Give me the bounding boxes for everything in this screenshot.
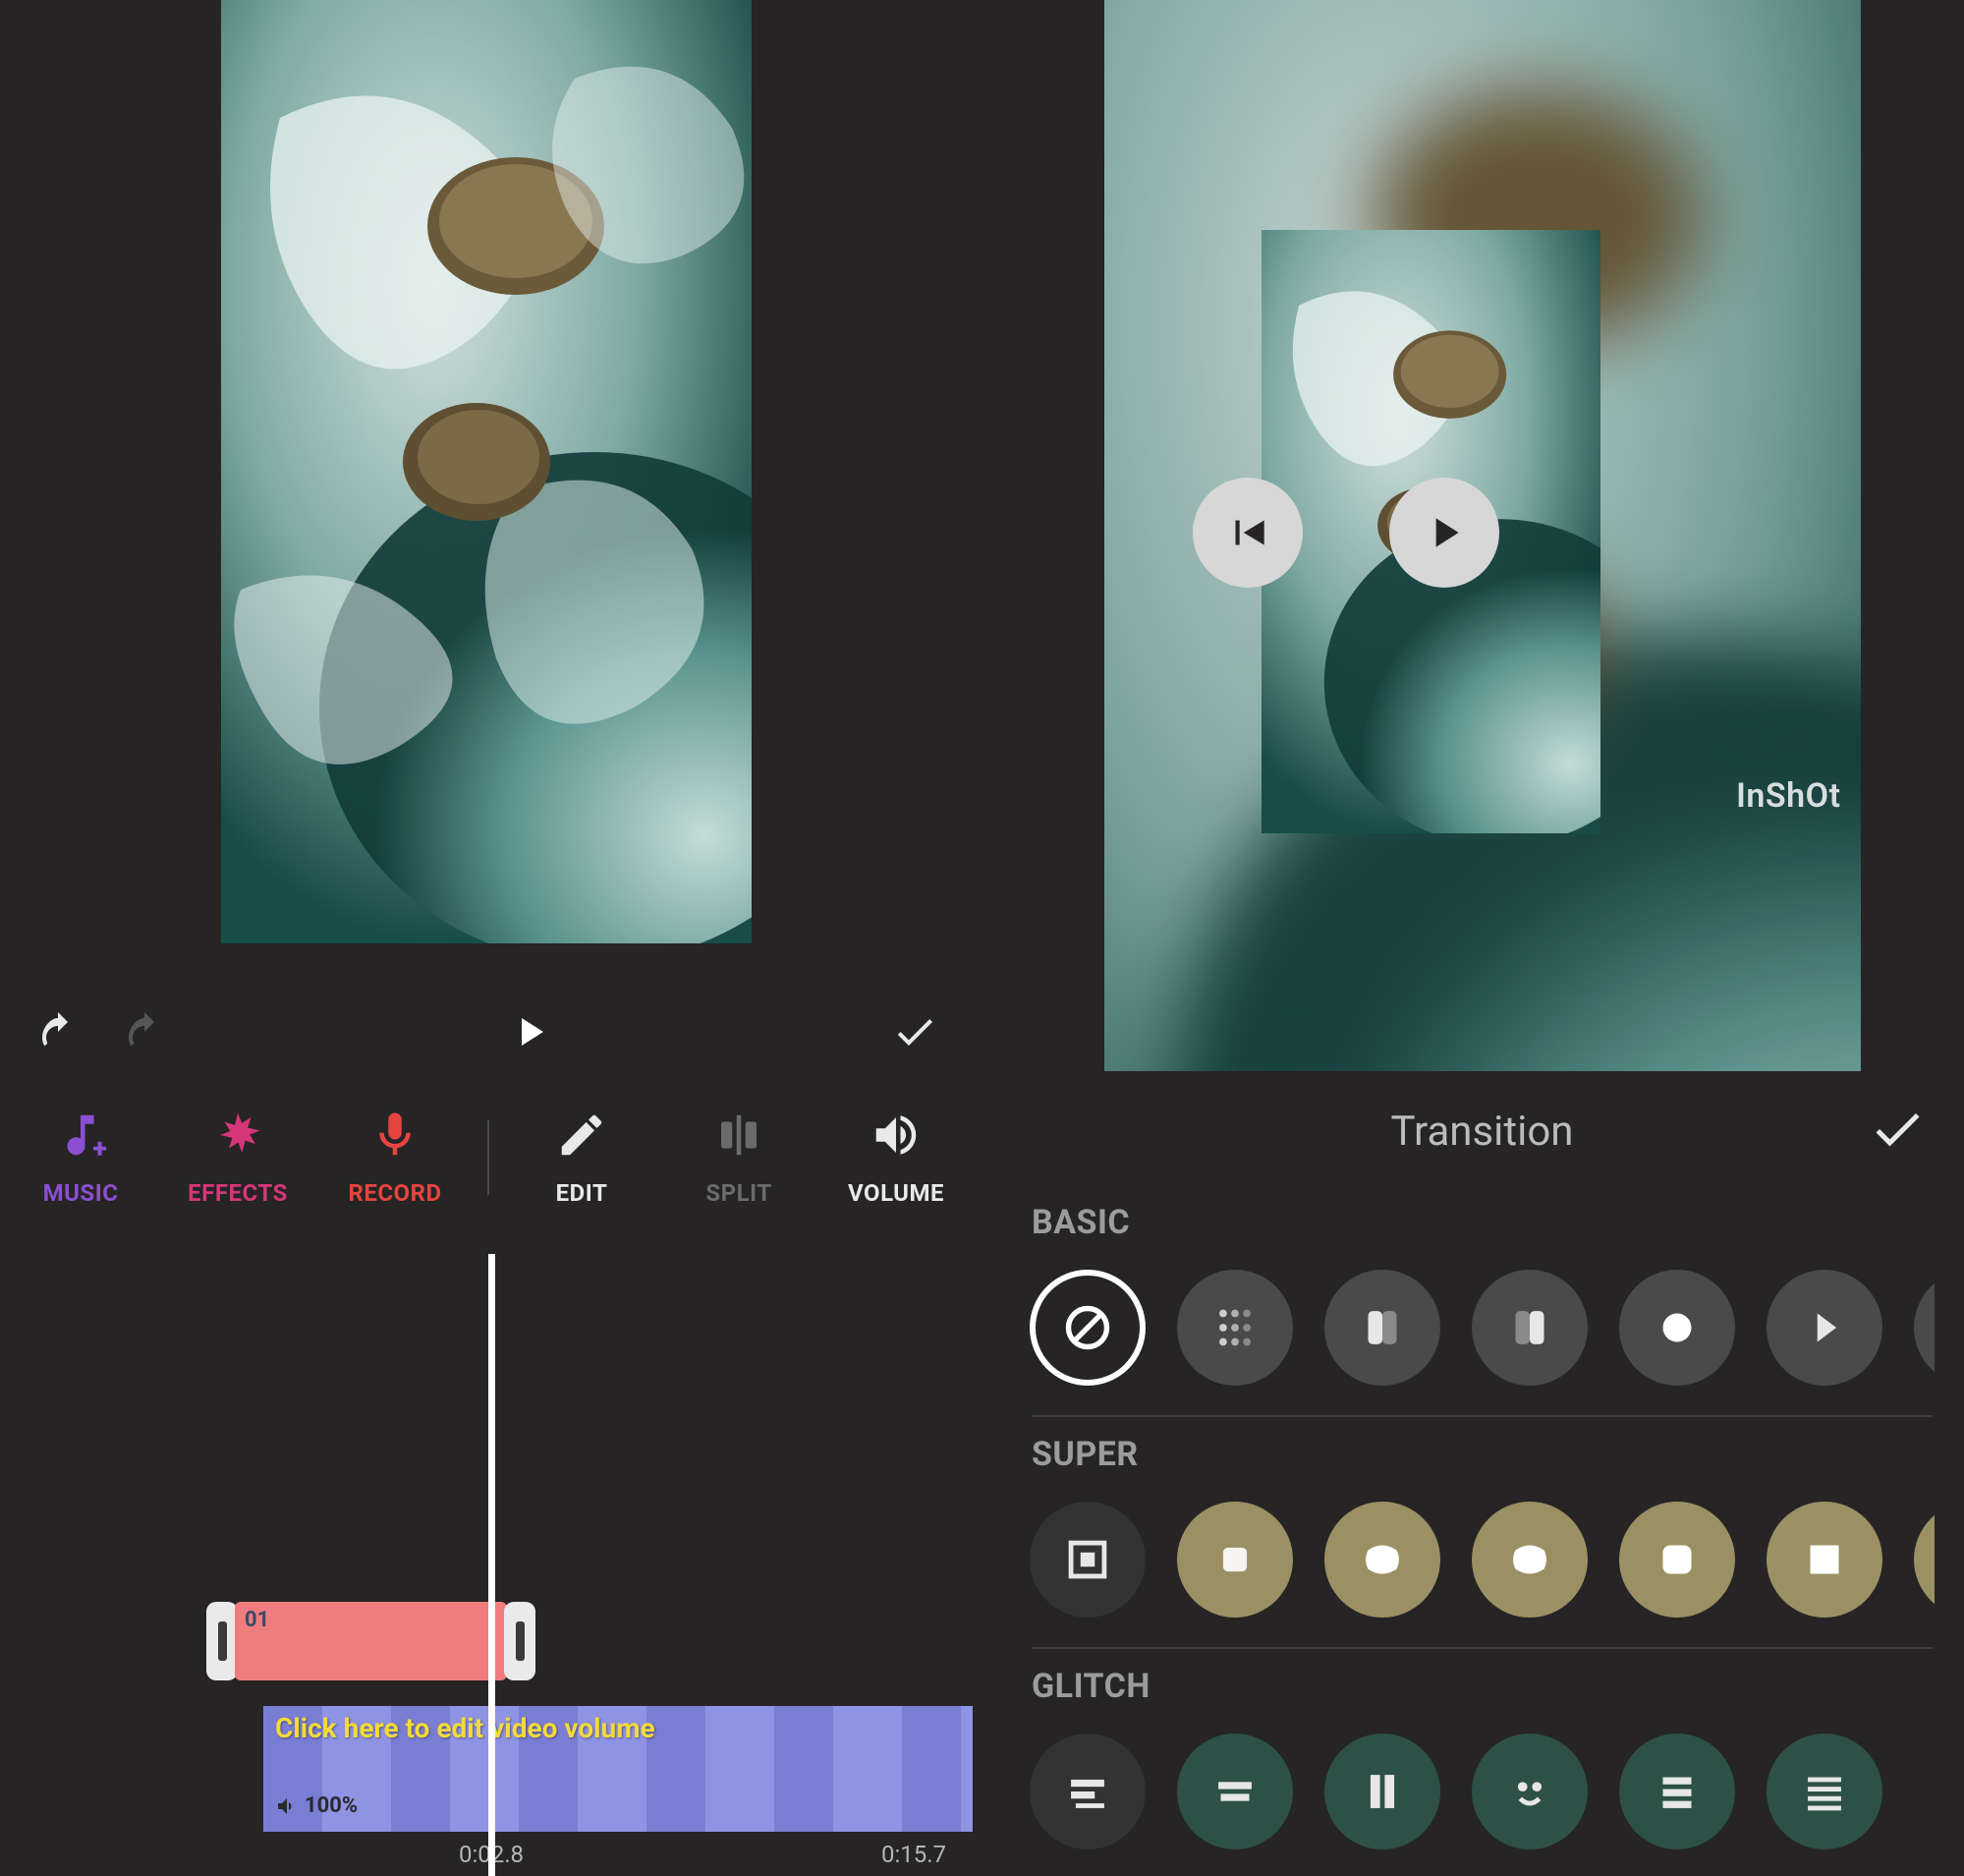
tool-edit-label: EDIT	[556, 1179, 608, 1207]
svg-text:+: +	[92, 1133, 106, 1163]
video-volume-readout: 100%	[275, 1793, 358, 1818]
category-divider	[1032, 1647, 1933, 1649]
tool-volume[interactable]: VOLUME	[827, 1089, 965, 1226]
timeline-clip[interactable]: 01	[206, 1602, 535, 1680]
transition-title: Transition	[1391, 1108, 1574, 1156]
transition-category-super: SUPER	[1000, 1435, 1964, 1649]
transition-super-square-in[interactable]	[1030, 1502, 1146, 1618]
transition-glitch-stack[interactable]	[1619, 1734, 1735, 1849]
editor-left-panel: + MUSIC EFFECTS RECORD	[0, 0, 973, 1876]
preview-left	[221, 0, 752, 943]
transition-super-square-soft[interactable]	[1619, 1502, 1735, 1618]
transition-glitch-bars[interactable]	[1324, 1734, 1440, 1849]
transition-circle[interactable]	[1619, 1270, 1735, 1386]
toolbar-separator	[487, 1120, 489, 1195]
transition-super-blob-left[interactable]	[1324, 1502, 1440, 1618]
transition-glitch-scan-a[interactable]	[1030, 1734, 1146, 1849]
volume-icon	[870, 1109, 923, 1165]
transition-wipe-right[interactable]	[1472, 1270, 1588, 1386]
clip-body[interactable]: 01	[235, 1602, 507, 1680]
transition-super-square-edge[interactable]	[1914, 1502, 1935, 1618]
watermark: InShOt	[1736, 776, 1840, 816]
transition-glitch-scan-b[interactable]	[1177, 1734, 1293, 1849]
clip-handle-left[interactable]	[206, 1602, 238, 1680]
tool-strip: + MUSIC EFFECTS RECORD	[0, 1089, 973, 1226]
transition-super-soft-square[interactable]	[1177, 1502, 1293, 1618]
preview-prev-button[interactable]	[1193, 478, 1303, 588]
timeline-marker: 0:15.7	[881, 1841, 946, 1868]
starburst-icon	[211, 1109, 264, 1165]
transition-super-blob-right[interactable]	[1472, 1502, 1588, 1618]
transition-super-square-bold[interactable]	[1767, 1502, 1882, 1618]
transition-arrow-left[interactable]	[1914, 1270, 1935, 1386]
mic-icon	[368, 1109, 421, 1165]
clip-label: 01	[245, 1608, 269, 1632]
transition-dissolve[interactable]	[1177, 1270, 1293, 1386]
tool-edit[interactable]: EDIT	[513, 1089, 650, 1226]
redo-button	[110, 997, 179, 1066]
transition-category-basic: BASIC	[1000, 1203, 1964, 1417]
tool-record[interactable]: RECORD	[326, 1089, 464, 1226]
category-title: GLITCH	[1032, 1667, 1935, 1706]
transition-glitch-face[interactable]	[1472, 1734, 1588, 1849]
preview-play-button[interactable]	[1389, 478, 1499, 588]
video-volume-tip: Click here to edit video volume	[275, 1712, 655, 1744]
category-title: SUPER	[1032, 1435, 1935, 1474]
pencil-icon	[555, 1109, 608, 1165]
transition-header: Transition	[1000, 1077, 1964, 1185]
split-icon	[712, 1109, 765, 1165]
transition-panel: InShOt Transition BASIC	[1000, 0, 1964, 1876]
timeline[interactable]: 01 Click here to edit video volume 100% …	[0, 1248, 973, 1876]
tool-music-label: MUSIC	[43, 1179, 119, 1207]
clip-handle-right[interactable]	[504, 1602, 535, 1680]
music-note-icon: +	[54, 1109, 107, 1165]
transition-arrow-right[interactable]	[1767, 1270, 1882, 1386]
category-divider	[1032, 1415, 1933, 1417]
play-button[interactable]	[495, 997, 564, 1066]
timeline-video-track[interactable]: Click here to edit video volume 100%	[263, 1706, 973, 1832]
timeline-markers: 0:02.8 0:15.7	[0, 1841, 973, 1876]
tool-effects[interactable]: EFFECTS	[169, 1089, 307, 1226]
undo-button[interactable]	[24, 997, 92, 1066]
transition-glitch-lines[interactable]	[1767, 1734, 1882, 1849]
category-title: BASIC	[1032, 1203, 1935, 1242]
timeline-playhead[interactable]	[488, 1254, 495, 1876]
tool-split-label: SPLIT	[705, 1179, 771, 1207]
transition-category-glitch: GLITCH	[1000, 1667, 1964, 1849]
tool-record-label: RECORD	[348, 1179, 441, 1207]
tool-volume-label: VOLUME	[848, 1179, 944, 1207]
transition-none[interactable]	[1030, 1270, 1146, 1386]
confirm-button[interactable]	[880, 997, 949, 1066]
tool-effects-label: EFFECTS	[188, 1179, 288, 1207]
transition-confirm-button[interactable]	[1868, 1100, 1927, 1163]
transition-wipe-left[interactable]	[1324, 1270, 1440, 1386]
tool-split: SPLIT	[670, 1089, 808, 1226]
preview-right: InShOt	[1104, 0, 1861, 1071]
tool-music[interactable]: + MUSIC	[12, 1089, 149, 1226]
